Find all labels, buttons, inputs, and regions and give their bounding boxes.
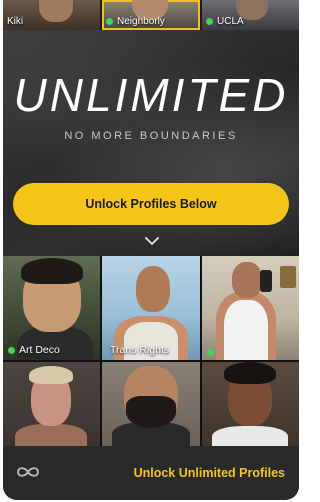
profile-photo (232, 262, 262, 298)
profile-photo (39, 0, 73, 22)
infinity-icon (17, 467, 39, 477)
profile-photo-shirt (224, 300, 268, 360)
profile-photo (136, 266, 170, 312)
profile-thumb-ucla[interactable]: UCLA (202, 0, 299, 30)
profile-hair (224, 362, 276, 384)
profile-thumb-label: Kiki (7, 16, 24, 27)
promo-title: UNLIMITED (13, 69, 289, 121)
profile-photo-body (15, 424, 87, 446)
profile-thumb-label: UCLA (206, 16, 244, 27)
profile-tile[interactable] (202, 256, 299, 360)
phone-screen: Kiki Neighborly UCLA UNLIMITED NO MORE B… (3, 0, 299, 500)
online-status-dot (8, 346, 15, 354)
profile-tile-label: Art Deco (8, 344, 60, 356)
unlock-unlimited-link[interactable]: Unlock Unlimited Profiles (134, 466, 285, 480)
online-status-dot (106, 18, 113, 25)
profile-tile[interactable]: Art Deco (3, 256, 100, 360)
chevron-down-icon[interactable] (144, 235, 160, 247)
profile-tile[interactable] (202, 362, 299, 446)
promo-subtitle: NO MORE BOUNDARIES (64, 130, 238, 142)
wall-art (280, 266, 296, 288)
bottom-upsell-bar[interactable]: Unlock Unlimited Profiles (3, 446, 299, 500)
unlock-profiles-button[interactable]: Unlock Profiles Below (13, 183, 289, 225)
profile-tile[interactable] (3, 362, 100, 446)
profile-thumb-kiki[interactable]: Kiki (3, 0, 100, 30)
profile-tile-label (207, 349, 214, 356)
profile-tile[interactable]: Trans Rights (102, 256, 200, 360)
upsell-hero: UNLIMITED NO MORE BOUNDARIES Unlock Prof… (3, 30, 299, 256)
profile-hair (29, 366, 73, 384)
profile-photo-body (212, 426, 288, 446)
profile-hair (21, 258, 83, 284)
online-status-dot (206, 18, 213, 25)
profile-beard (126, 396, 176, 428)
top-profile-strip: Kiki Neighborly UCLA (3, 0, 299, 30)
profile-tile-label: Trans Rights (110, 344, 170, 356)
profile-tile[interactable] (102, 362, 200, 446)
profile-thumb-neighborly[interactable]: Neighborly (102, 0, 200, 30)
profile-grid: Art Deco Trans Rights (3, 256, 299, 446)
online-status-dot (207, 349, 214, 356)
phone-in-photo (260, 270, 272, 292)
profile-thumb-label: Neighborly (106, 16, 165, 27)
